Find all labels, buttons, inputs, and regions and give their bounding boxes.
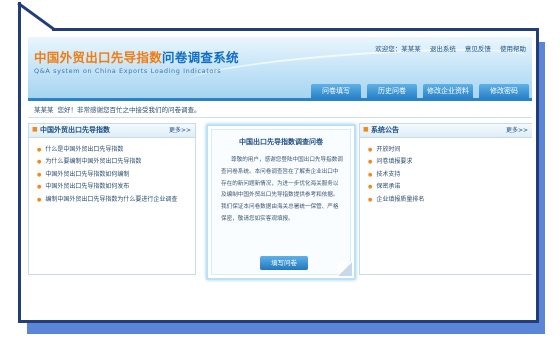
right-panel-header: ■ 系统公告 更多>>	[360, 124, 532, 138]
questionnaire-intro: 尊敬的用户，感谢您登陆中国出口先导指数调查问卷系统。本问卷调查旨在了解贵企业出口…	[221, 157, 343, 222]
welcome-username: 某某某	[34, 106, 54, 114]
list-item[interactable]: ● 什么是中国外贸出口先导指数	[37, 144, 195, 156]
left-article-list: ● 什么是中国外贸出口先导指数 ● 为什么要编制中国外贸出口先导指数 ● 中国外贸出口…	[29, 138, 195, 206]
welcome-user-label: 欢迎您：某某某	[375, 45, 421, 53]
left-panel: ■ 中国外贸出口先导指数 更多>> ● 什么是中国外贸出口先导指数 ● 为什么要编制…	[28, 123, 196, 275]
welcome-text: 您好！非常感谢您百忙之中接受我们的问卷调查。	[57, 106, 201, 114]
list-item[interactable]: ● 中国外贸出口先导指数如何发布	[37, 181, 195, 193]
right-panel: ■ 系统公告 更多>> ● 开放时间 ● 问卷填报要求 ● 技术支持 ● 保密承诺 ● 企…	[359, 123, 532, 275]
tab-fill-questionnaire[interactable]: 问卷填写	[311, 84, 361, 98]
bullet-icon: ●	[37, 147, 42, 153]
square-bullet-icon: ■	[32, 126, 38, 133]
bullet-icon: ●	[368, 147, 373, 153]
left-panel-title: 中国外贸出口先导指数	[40, 126, 110, 134]
site-title-main: 中国外贸出口先导指数	[34, 50, 163, 65]
square-bullet-icon: ■	[363, 126, 369, 133]
top-links: 欢迎您：某某某 退出系统 意见反馈 使用帮助	[368, 43, 526, 53]
divider	[28, 117, 532, 118]
fill-questionnaire-button[interactable]: 填写问卷	[260, 256, 308, 270]
bullet-icon: ●	[37, 196, 42, 203]
left-more-link[interactable]: 更多>>	[169, 125, 191, 136]
logout-link[interactable]: 退出系统	[430, 45, 456, 53]
list-item[interactable]: ● 保密承诺	[368, 181, 532, 193]
site-title: 中国外贸出口先导指数问卷调查系统	[34, 47, 239, 66]
left-panel-header: ■ 中国外贸出口先导指数 更多>>	[29, 124, 195, 138]
list-item[interactable]: ● 开放时间	[368, 144, 532, 156]
nav-underline	[28, 98, 532, 101]
page-curl-decoration	[338, 262, 352, 276]
site-subtitle: Q&A system on China Exports Loading Indi…	[34, 67, 222, 75]
bullet-icon: ●	[37, 159, 42, 166]
bullet-icon: ●	[368, 196, 373, 203]
tab-change-password[interactable]: 修改密码	[479, 84, 529, 98]
list-item[interactable]: ● 为什么要编制中国外贸出口先导指数	[37, 156, 195, 168]
frame-top-edge	[52, 28, 539, 31]
feedback-link[interactable]: 意见反馈	[465, 45, 491, 53]
bullet-icon: ●	[37, 171, 42, 178]
list-item[interactable]: ● 编制中国外贸出口先导指数为什么要进行企业调查	[37, 194, 195, 206]
welcome-message: 某某某 您好！非常感谢您百忙之中接受我们的问卷调查。	[34, 104, 201, 114]
main-nav: 问卷填写 历史问卷 修改企业资料 修改密码	[311, 84, 529, 98]
questionnaire-card-inner: 中国出口先导指数调查问卷 尊敬的用户，感谢您登陆中国出口先导指数调查问卷系统。本…	[211, 129, 352, 276]
bullet-icon: ●	[368, 159, 373, 166]
list-item[interactable]: ● 企业填报质量排名	[368, 194, 532, 206]
app-window: 中国外贸出口先导指数问卷调查系统 Q&A system on China Exp…	[28, 37, 532, 309]
bullet-icon: ●	[368, 184, 373, 191]
questionnaire-card: 中国出口先导指数调查问卷 尊敬的用户，感谢您登陆中国出口先导指数调查问卷系统。本…	[206, 124, 356, 280]
right-more-link[interactable]: 更多>>	[506, 125, 528, 136]
list-item[interactable]: ● 问卷填报要求	[368, 156, 532, 168]
list-item[interactable]: ● 技术支持	[368, 169, 532, 181]
frame-corner-diagonal	[17, 2, 56, 31]
announcement-list: ● 开放时间 ● 问卷填报要求 ● 技术支持 ● 保密承诺 ● 企业填报质量排名	[360, 138, 532, 206]
tab-history[interactable]: 历史问卷	[367, 84, 417, 98]
bullet-icon: ●	[37, 184, 42, 191]
header-banner: 中国外贸出口先导指数问卷调查系统 Q&A system on China Exp…	[28, 37, 532, 99]
bullet-icon: ●	[368, 171, 373, 178]
tab-edit-company[interactable]: 修改企业资料	[423, 84, 473, 98]
questionnaire-title: 中国出口先导指数调查问卷	[239, 138, 323, 146]
site-title-highlight: 问卷调查系统	[162, 50, 239, 65]
right-panel-title: 系统公告	[371, 126, 399, 134]
help-link[interactable]: 使用帮助	[500, 45, 526, 53]
list-item[interactable]: ● 中国外贸出口先导指数如何编制	[37, 169, 195, 181]
